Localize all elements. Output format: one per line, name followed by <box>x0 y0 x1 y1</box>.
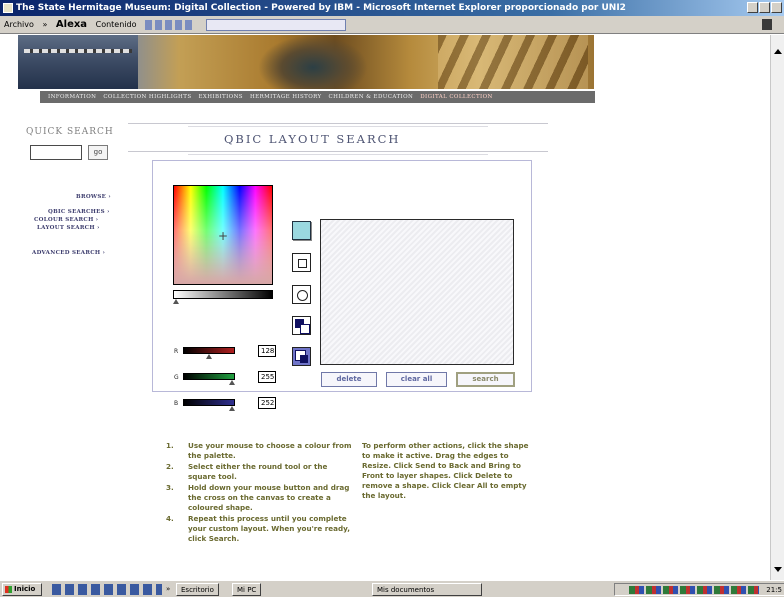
other-actions-text: To perform other actions, click the shap… <box>362 441 529 500</box>
step-text: Select either the round tool or the squa… <box>188 462 328 481</box>
channel-b-label: B <box>174 400 179 407</box>
windows-taskbar: Inicio » Escritorio Mi PC Mis documentos… <box>0 580 784 597</box>
browser-menubar: Archivo » Alexa Contenido <box>0 16 784 34</box>
green-slider[interactable] <box>183 373 235 380</box>
nav-exhibitions[interactable]: EXHIBITIONS <box>199 94 243 100</box>
instruction-step: 2. Select either the round tool or the sq… <box>166 462 352 482</box>
window-controls <box>747 2 782 13</box>
side-link-colour-search[interactable]: COLOUR SEARCH › <box>34 217 98 223</box>
step-text: Repeat this process until you complete y… <box>188 514 350 543</box>
step-number: 1. <box>166 441 174 450</box>
menu-chevron-icon[interactable]: » <box>42 20 47 29</box>
window-title-bar: The State Hermitage Museum: Digital Coll… <box>0 0 784 16</box>
side-link-layout-search[interactable]: LAYOUT SEARCH › <box>37 225 100 231</box>
title-rule-top <box>128 123 548 127</box>
circle-tool-icon[interactable] <box>292 285 311 304</box>
page-scrollbar[interactable] <box>770 35 784 580</box>
red-slider-thumb[interactable] <box>206 354 212 359</box>
green-value-field[interactable]: 255 <box>258 371 276 383</box>
channel-r-label: R <box>174 348 179 355</box>
clear-all-button[interactable]: clear all <box>386 372 447 387</box>
start-button[interactable]: Inicio <box>2 583 42 596</box>
nav-information[interactable]: INFORMATION <box>48 94 96 100</box>
minimize-button[interactable] <box>747 2 758 13</box>
quick-search-input[interactable] <box>30 145 82 160</box>
quick-search-label: QUICK SEARCH <box>26 127 114 137</box>
instruction-step: 3. Hold down your mouse button and drag t… <box>166 483 352 513</box>
taskbar-chevron-icon[interactable]: » <box>166 583 170 596</box>
blue-slider[interactable] <box>183 399 235 406</box>
red-value-field[interactable]: 128 <box>258 345 276 357</box>
channel-g-label: G <box>174 374 179 381</box>
green-slider-thumb[interactable] <box>229 380 235 385</box>
palette-crosshair-icon: + <box>218 229 229 243</box>
maximize-button[interactable] <box>759 2 770 13</box>
instruction-step: 4. Repeat this process until you complete… <box>166 514 352 544</box>
taskbar-clock: 21:5 <box>766 586 782 594</box>
page-title: QBIC LAYOUT SEARCH <box>224 132 401 146</box>
web-page: INFORMATION COLLECTION HIGHLIGHTS EXHIBI… <box>0 35 770 580</box>
instruction-step: 1. Use your mouse to choose a colour from… <box>166 441 352 461</box>
blue-value-field[interactable]: 252 <box>258 397 276 409</box>
alexa-traffic-field <box>205 18 346 31</box>
hermitage-banner-image <box>18 35 594 89</box>
send-to-back-icon[interactable] <box>292 347 311 366</box>
alexa-toolbar-icons[interactable] <box>145 19 194 30</box>
selected-colour-swatch[interactable] <box>292 221 311 240</box>
side-link-browse[interactable]: BROWSE › <box>76 194 111 200</box>
window-title: The State Hermitage Museum: Digital Coll… <box>16 3 626 13</box>
banner-panel-center <box>258 35 368 89</box>
close-button[interactable] <box>771 2 782 13</box>
brightness-slider[interactable] <box>173 290 273 299</box>
banner-panel-right <box>438 35 588 89</box>
search-button[interactable]: search <box>456 372 515 387</box>
alexa-contenido-button[interactable]: Contenido <box>96 20 137 29</box>
nav-collection-highlights[interactable]: COLLECTION HIGHLIGHTS <box>103 94 191 100</box>
taskbar-mis-documentos[interactable]: Mis documentos <box>372 583 482 596</box>
side-link-qbic-searches[interactable]: QBIC SEARCHES › <box>48 209 110 215</box>
site-nav-bar: INFORMATION COLLECTION HIGHLIGHTS EXHIBI… <box>40 91 595 103</box>
delete-button[interactable]: delete <box>321 372 377 387</box>
quick-launch-icons[interactable] <box>52 584 162 595</box>
blue-slider-thumb[interactable] <box>228 406 235 411</box>
tray-icons[interactable] <box>629 586 759 594</box>
nav-digital-collection[interactable]: DIGITAL COLLECTION <box>420 94 493 100</box>
instruction-steps: 1. Use your mouse to choose a colour from… <box>166 441 352 545</box>
colour-palette[interactable]: + <box>173 185 273 285</box>
title-rule-bottom <box>128 151 548 155</box>
side-link-advanced-search[interactable]: ADVANCED SEARCH › <box>32 250 105 256</box>
taskbar-mi-pc[interactable]: Mi PC <box>232 583 262 596</box>
red-slider[interactable] <box>183 347 235 354</box>
nav-hermitage-history[interactable]: HERMITAGE HISTORY <box>250 94 322 100</box>
menu-archivo[interactable]: Archivo <box>4 20 34 29</box>
windows-logo-icon <box>762 19 772 30</box>
layout-canvas[interactable] <box>320 219 514 365</box>
step-number: 3. <box>166 483 174 492</box>
brightness-marker-icon[interactable] <box>173 299 179 304</box>
square-tool-icon[interactable] <box>292 253 311 272</box>
alexa-logo[interactable]: Alexa <box>56 19 87 30</box>
step-number: 4. <box>166 514 174 523</box>
scroll-down-arrow-icon[interactable] <box>774 567 782 572</box>
system-tray: 21:5 <box>614 583 784 596</box>
step-text: Use your mouse to choose a colour from t… <box>188 441 352 460</box>
scroll-up-arrow-icon[interactable] <box>774 49 782 54</box>
nav-children-education[interactable]: CHILDREN & EDUCATION <box>329 94 414 100</box>
qbic-layout-applet: + R 128 G 255 B 252 delete clear all sea… <box>152 160 532 411</box>
bring-to-front-icon[interactable] <box>292 316 311 335</box>
ie-app-icon <box>3 3 13 13</box>
banner-panel-left <box>18 35 138 89</box>
step-number: 2. <box>166 462 174 471</box>
quick-search-go-button[interactable]: go <box>88 145 108 160</box>
taskbar-escritorio[interactable]: Escritorio <box>176 583 219 596</box>
step-text: Hold down your mouse button and drag the… <box>188 483 350 512</box>
